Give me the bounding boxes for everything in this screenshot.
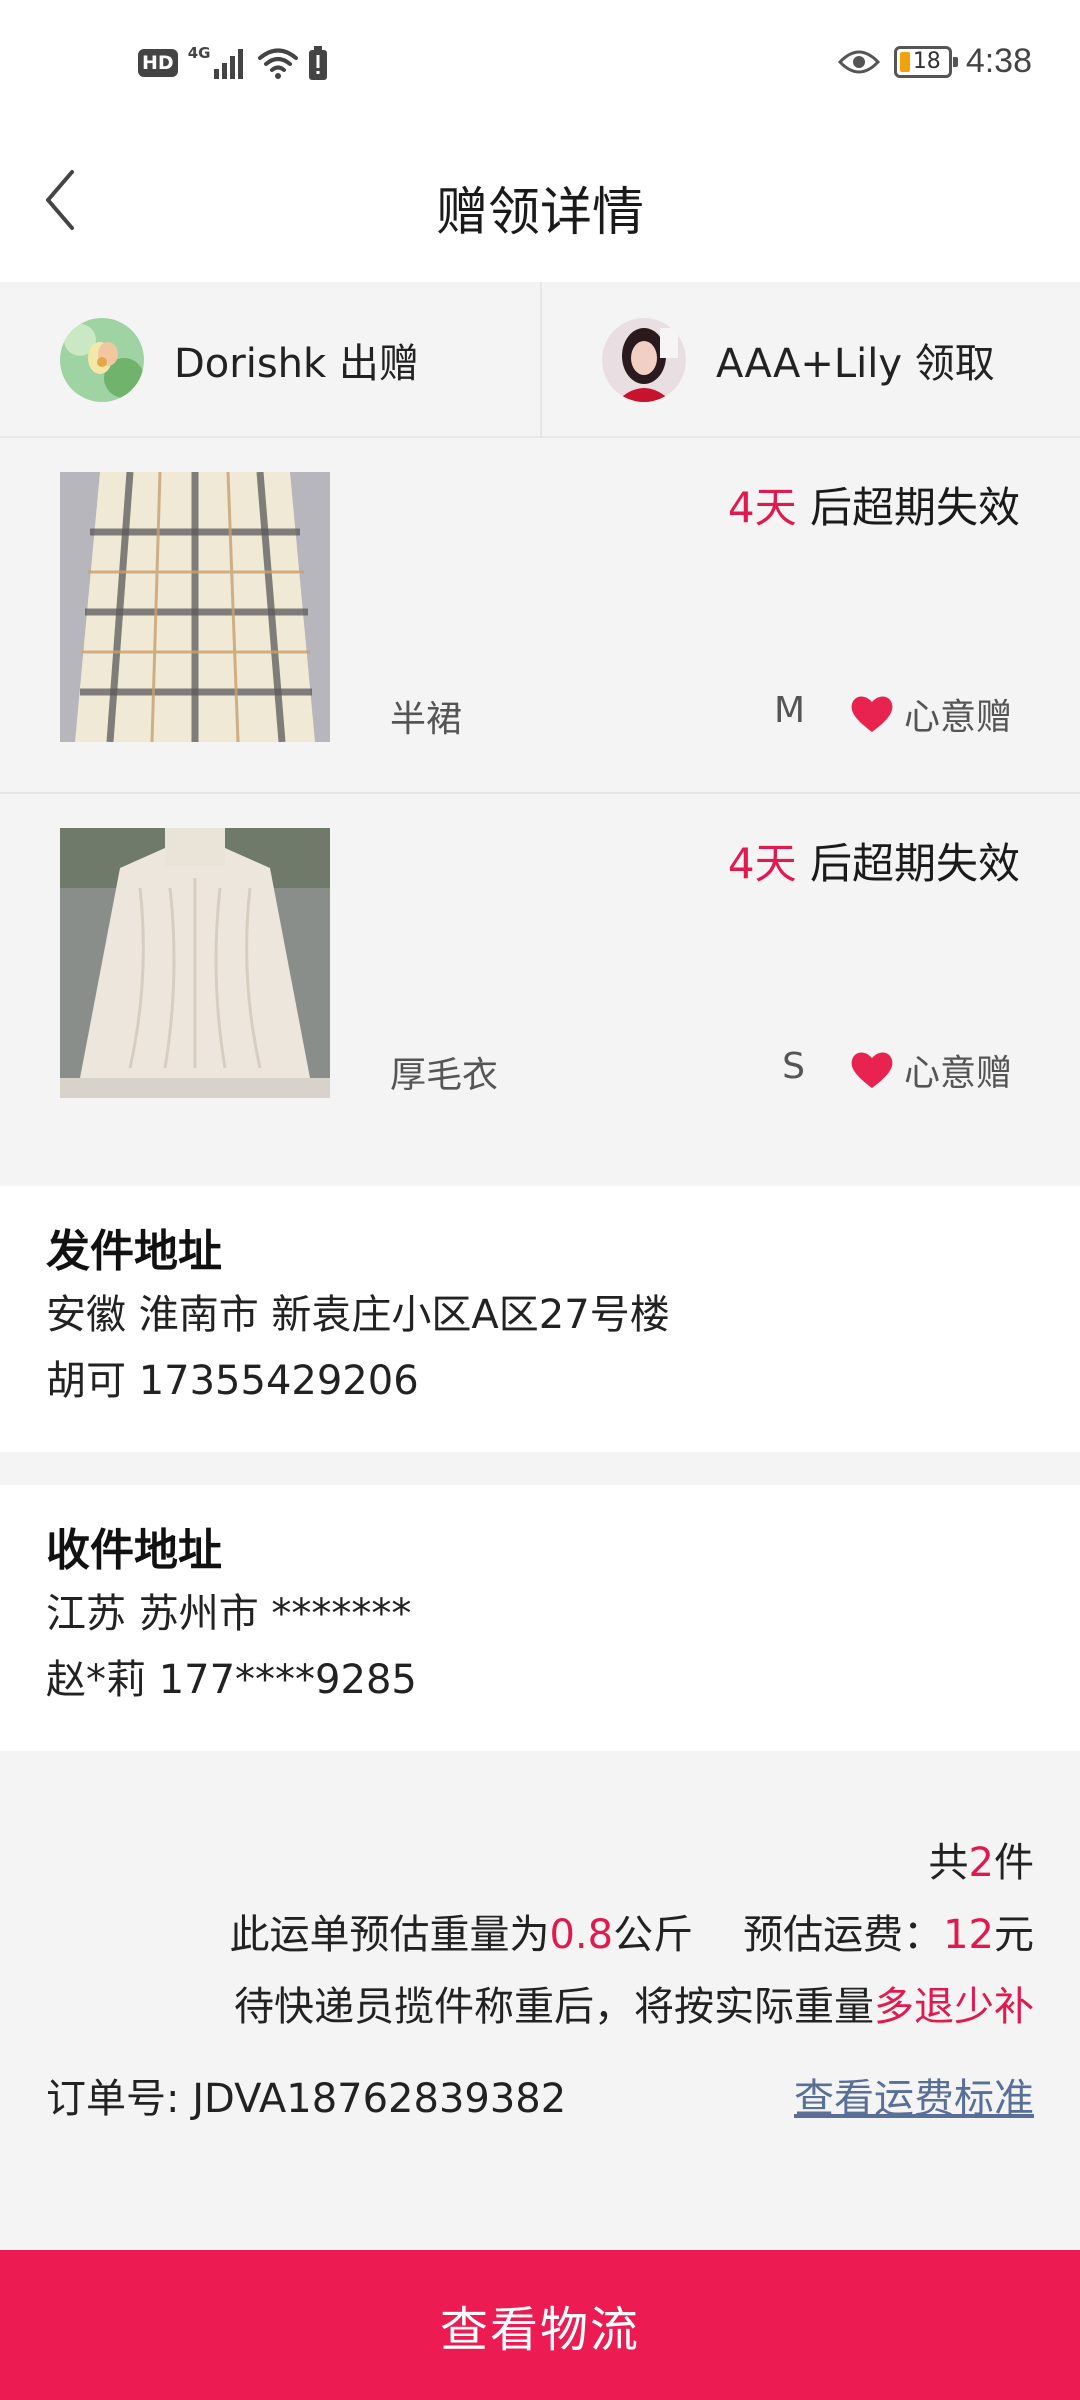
item-name: 半裙 [390,699,463,740]
battery-level: 18 [912,48,941,74]
receiver-label: AAA+Lily 领取 [716,341,995,387]
send-address-line: 安徽 淮南市 新袁庄小区A区27号楼 [46,1292,670,1338]
receive-address-line: 江苏 苏州市 ******* [46,1591,412,1637]
gift-item[interactable]: 4天 后超期失效 厚毛衣 S 心意赠 [0,796,1080,1150]
expire-text: 后超期失效 [796,483,1020,532]
gift-label: 心意赠 [903,697,1012,738]
send-address-card: 发件地址 安徽 淮南市 新袁庄小区A区27号楼 胡可 17355429206 [0,1186,1080,1452]
giver-user[interactable]: Dorishk 出赠 [60,282,419,438]
item-count: 共2件 [928,1840,1034,1886]
gift-label: 心意赠 [903,1053,1012,1094]
item-name: 厚毛衣 [390,1055,499,1096]
eye-icon [837,50,880,73]
gift-tag: 心意赠 [850,1044,1012,1096]
gift-tag: 心意赠 [850,688,1012,740]
expire-text: 后超期失效 [796,839,1020,888]
participants-row: Dorishk 出赠 AAA+Lily 领取 [0,282,1080,438]
gift-item[interactable]: 4天 后超期失效 半裙 M 心意赠 [0,440,1080,794]
expire-days: 4天 [727,839,797,888]
view-logistics-button[interactable]: 查看物流 [0,2250,1080,2400]
alert-battery-icon [309,46,328,80]
item-size: M [773,690,805,731]
receive-address-title: 收件地址 [46,1525,222,1576]
battery-icon: 18 [893,45,958,78]
network-type: 4G [187,44,211,62]
item-size: S [782,1046,805,1087]
heart-icon [851,1052,893,1088]
participants-divider [540,282,542,438]
clock: 4:38 [965,42,1032,80]
page-title: 赠领详情 [435,183,644,243]
receiver-avatar [602,318,686,402]
weighing-note: 待快递员揽件称重后，将按实际重量多退少补 [234,1984,1034,2030]
receiver-contact: 赵*莉 177****9285 [46,1657,417,1703]
order-number: 订单号: JDVA18762839382 [46,2076,567,2122]
item-image-sweater[interactable] [60,828,330,1098]
app-root: HD 4G 18 4:38 赠领详情 Dorishk 出赠 AAA+Lily 领… [0,0,1080,2400]
status-left: HD 4G [138,44,328,80]
shipping-summary: 共2件 此运单预估重量为0.8公斤 预估运费：12元 待快递员揽件称重后，将按实际… [0,1754,1080,2250]
sender-contact: 胡可 17355429206 [46,1358,419,1404]
signal-icon [214,49,244,79]
fee-standard-link[interactable]: 查看运费标准 [794,2066,1034,2124]
giver-label: Dorishk 出赠 [174,341,419,387]
status-bar: HD 4G 18 4:38 [0,0,1080,130]
expire-notice: 4天 后超期失效 [728,474,1020,535]
wifi-icon [258,48,299,79]
heart-icon [851,696,893,732]
hd-badge: HD [138,49,178,77]
receiver-user[interactable]: AAA+Lily 领取 [602,282,995,438]
weight-fee-line: 此运单预估重量为0.8公斤 预估运费：12元 [229,1912,1034,1958]
send-address-title: 发件地址 [46,1226,222,1277]
item-image-skirt[interactable] [60,472,330,742]
status-right: 18 4:38 [837,42,1032,81]
expire-days: 4天 [727,483,797,532]
page-header: 赠领详情 [0,130,1080,282]
expire-notice: 4天 后超期失效 [728,830,1020,891]
giver-avatar [60,318,144,402]
receive-address-card: 收件地址 江苏 苏州市 ******* 赵*莉 177****9285 [0,1485,1080,1751]
